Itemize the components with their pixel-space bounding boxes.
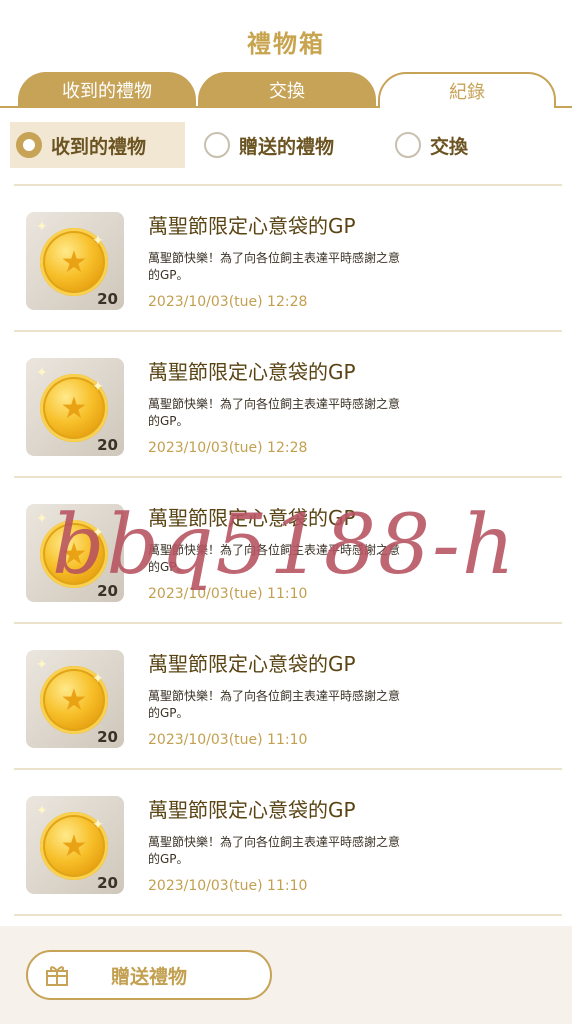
tab-records[interactable]: 紀錄 [378,72,556,108]
gp-coin-thumbnail: ★ ✦ ✦ 20 [26,650,124,748]
item-title: 萬聖節限定心意袋的GP [148,798,356,822]
list-item[interactable]: ★ ✦ ✦ 20 萬聖節限定心意袋的GP 萬聖節快樂！為了向各位飼主表達平時感謝… [14,770,562,916]
filter-exchange[interactable]: 交換 [395,122,515,168]
item-description: 萬聖節快樂！為了向各位飼主表達平時感謝之意的GP。 [148,835,401,866]
record-filter-group: 收到的禮物 贈送的禮物 交換 [0,122,572,170]
gp-coin-thumbnail: ★ ✦ ✦ 20 [26,212,124,310]
footer-bar: 贈送禮物 [0,926,572,1024]
filter-label: 贈送的禮物 [239,135,335,158]
radio-unselected-icon [395,132,421,158]
item-quantity: 20 [97,290,118,308]
handwritten-watermark: bbq5188-h [52,498,517,593]
list-item[interactable]: ★ ✦ ✦ 20 萬聖節限定心意袋的GP 萬聖節快樂！為了向各位飼主表達平時感謝… [14,186,562,332]
filter-label: 收到的禮物 [51,135,147,158]
item-title: 萬聖節限定心意袋的GP [148,652,356,676]
filter-label: 交換 [430,135,469,158]
item-description: 萬聖節快樂！為了向各位飼主表達平時感謝之意的GP。 [148,689,401,720]
item-quantity: 20 [97,728,118,746]
item-quantity: 20 [97,874,118,892]
item-timestamp: 2023/10/03(tue) 11:10 [148,732,308,748]
radio-selected-icon [16,132,42,158]
page-title: 禮物箱 [247,30,325,58]
radio-unselected-icon [204,132,230,158]
tab-bar: 收到的禮物 交換 紀錄 [0,72,572,108]
gp-coin-thumbnail: ★ ✦ ✦ 20 [26,796,124,894]
send-gift-button[interactable]: 贈送禮物 [26,950,272,1000]
item-timestamp: 2023/10/03(tue) 11:10 [148,878,308,894]
item-quantity: 20 [97,436,118,454]
tab-received-gifts[interactable]: 收到的禮物 [18,72,196,108]
item-description: 萬聖節快樂！為了向各位飼主表達平時感謝之意的GP。 [148,397,401,428]
list-item[interactable]: ★ ✦ ✦ 20 萬聖節限定心意袋的GP 萬聖節快樂！為了向各位飼主表達平時感謝… [14,332,562,478]
list-item[interactable]: ★ ✦ ✦ 20 萬聖節限定心意袋的GP 萬聖節快樂！為了向各位飼主表達平時感謝… [14,624,562,770]
item-timestamp: 2023/10/03(tue) 12:28 [148,440,308,456]
item-description: 萬聖節快樂！為了向各位飼主表達平時感謝之意的GP。 [148,251,401,282]
filter-sent-gifts[interactable]: 贈送的禮物 [204,122,379,168]
item-title: 萬聖節限定心意袋的GP [148,360,356,384]
filter-received-gifts[interactable]: 收到的禮物 [10,122,185,168]
gp-coin-thumbnail: ★ ✦ ✦ 20 [26,358,124,456]
item-title: 萬聖節限定心意袋的GP [148,214,356,238]
tab-exchange[interactable]: 交換 [198,72,376,108]
item-timestamp: 2023/10/03(tue) 12:28 [148,294,308,310]
send-gift-label: 贈送禮物 [110,965,187,988]
